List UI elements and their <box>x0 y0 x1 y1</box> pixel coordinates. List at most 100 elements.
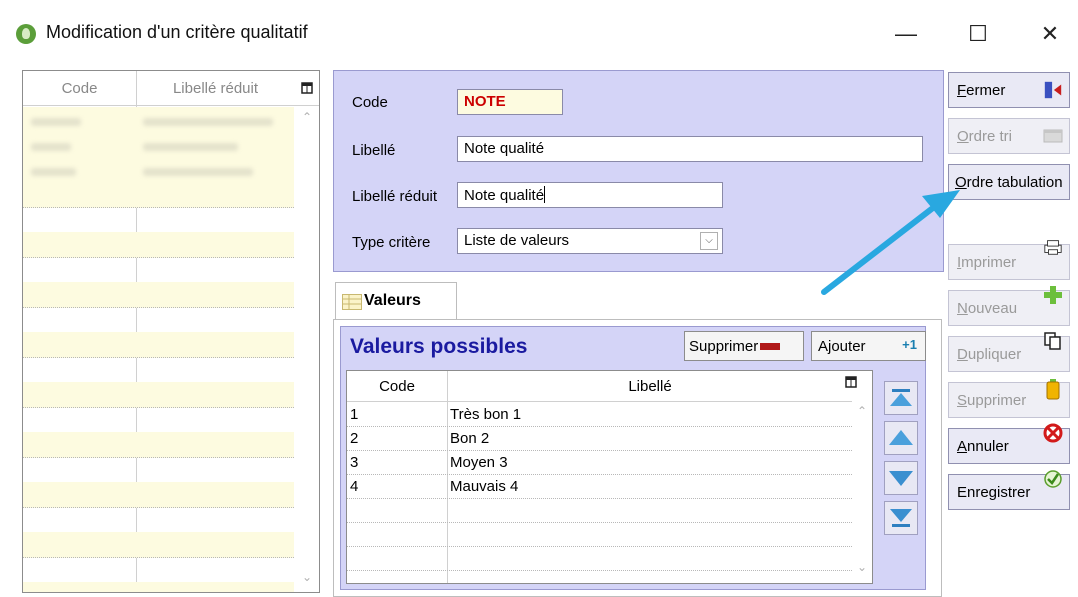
column-header-libelle-reduit[interactable]: Libellé réduit <box>137 71 294 106</box>
supprimer-label: Supprimer <box>957 392 1027 409</box>
chevron-down-icon[interactable]: ⌵ <box>700 232 718 250</box>
scroll-up-icon[interactable]: ⌃ <box>852 404 872 418</box>
values-scrollbar[interactable]: ⌃ ⌄ <box>852 402 872 583</box>
list-item[interactable] <box>23 332 294 358</box>
add-value-button[interactable]: Ajouter +1 <box>811 331 926 361</box>
table-row[interactable] <box>347 546 852 571</box>
table-columns-icon[interactable] <box>294 71 319 106</box>
plus-icon <box>1043 285 1063 305</box>
blurred-cell <box>143 118 273 126</box>
printer-icon <box>1043 237 1063 257</box>
blurred-cell <box>143 168 253 176</box>
type-critere-select[interactable]: Liste de valeurs ⌵ <box>457 228 723 254</box>
column-header-libelle[interactable]: Libellé <box>448 371 852 402</box>
maximize-button[interactable]: ☐ <box>952 16 1004 52</box>
arrow-down-icon <box>889 471 913 486</box>
close-button[interactable]: ✕ <box>1024 16 1076 52</box>
table-row[interactable] <box>347 498 852 523</box>
annotation-arrow <box>821 190 960 295</box>
tab-valeurs-label: Valeurs <box>364 292 421 309</box>
criteria-list-grid[interactable]: Code Libellé réduit ⌃ ⌄ <box>22 70 320 593</box>
code-field[interactable]: NOTE <box>457 89 563 115</box>
cell-libelle: Très bon 1 <box>450 406 522 423</box>
list-item[interactable] <box>23 357 294 383</box>
column-header-code[interactable]: Code <box>347 371 447 402</box>
enregistrer-label: Enregistrer <box>957 484 1031 501</box>
type-critere-value: Liste de valeurs <box>464 232 570 249</box>
blurred-cell <box>143 143 238 151</box>
libelle-field[interactable]: Note qualité <box>457 136 923 162</box>
enregistrer-button[interactable]: Enregistrer <box>948 470 1070 510</box>
duplicate-icon <box>1043 331 1063 351</box>
scroll-down-icon[interactable]: ⌄ <box>852 560 872 574</box>
list-item[interactable] <box>23 282 294 308</box>
cell-code: 3 <box>350 454 359 471</box>
window-title: Modification d'un critère qualitatif <box>46 22 308 42</box>
sort-icon <box>1043 126 1063 146</box>
type-critere-label: Type critère <box>352 234 431 251</box>
ordre-tabulation-label: Ordre tabulation <box>955 174 1063 191</box>
scroll-up-icon[interactable]: ⌃ <box>297 110 317 124</box>
minus-icon <box>760 342 781 350</box>
plus-one-icon: +1 <box>902 337 917 352</box>
tab-valeurs[interactable]: Valeurs <box>335 282 457 321</box>
dupliquer-button[interactable]: Dupliquer <box>948 332 1070 372</box>
table-row[interactable]: 3 Moyen 3 <box>347 450 852 475</box>
cell-libelle: Mauvais 4 <box>450 478 519 495</box>
list-item[interactable] <box>23 207 294 233</box>
left-grid-scrollbar[interactable]: ⌃ ⌄ <box>297 106 317 592</box>
move-down-button[interactable] <box>884 461 918 495</box>
table-row[interactable] <box>347 522 852 547</box>
libelle-reduit-label: Libellé réduit <box>352 188 438 205</box>
move-up-button[interactable] <box>884 421 918 455</box>
app-icon <box>16 24 36 44</box>
fermer-label: Fermer <box>957 82 1006 99</box>
delete-value-label: Supprimer <box>689 337 759 355</box>
list-item[interactable] <box>23 557 294 583</box>
list-item[interactable] <box>23 507 294 533</box>
move-first-button[interactable] <box>884 381 918 415</box>
list-item[interactable] <box>23 582 294 592</box>
exit-door-icon <box>1043 80 1063 100</box>
delete-value-button[interactable]: Supprimer <box>684 331 804 361</box>
libelle-reduit-field[interactable]: Note qualité <box>457 182 723 208</box>
add-value-label: Ajouter <box>818 337 866 355</box>
cell-libelle: Moyen 3 <box>450 454 508 471</box>
table-row[interactable]: 4 Mauvais 4 <box>347 474 852 499</box>
column-header-code[interactable]: Code <box>23 71 136 106</box>
ordre-tri-button[interactable]: Ordre tri <box>948 118 1070 154</box>
dupliquer-label: Dupliquer <box>957 346 1022 363</box>
move-last-button[interactable] <box>884 501 918 535</box>
cell-code: 2 <box>350 430 359 447</box>
list-item[interactable] <box>23 382 294 408</box>
supprimer-button[interactable]: Supprimer <box>948 379 1070 418</box>
table-row[interactable]: 2 Bon 2 <box>347 426 852 451</box>
table-columns-icon[interactable] <box>845 375 857 392</box>
valeurs-title: Valeurs possibles <box>350 335 528 358</box>
list-item[interactable] <box>23 182 294 208</box>
values-grid[interactable]: Code Libellé 1 Très bon 1 2 Bon 2 3 Moyen 3 4 M… <box>346 370 873 584</box>
fermer-button[interactable]: Fermer <box>948 72 1070 108</box>
cell-libelle: Bon 2 <box>450 430 490 447</box>
libelle-reduit-value: Note qualité <box>464 187 545 204</box>
blurred-cell <box>31 168 76 176</box>
list-item[interactable] <box>23 432 294 458</box>
list-item[interactable] <box>23 257 294 283</box>
libelle-label: Libellé <box>352 142 396 159</box>
scroll-down-icon[interactable]: ⌄ <box>297 570 317 584</box>
cell-code: 4 <box>350 478 359 495</box>
list-item[interactable] <box>23 407 294 433</box>
minimize-button[interactable]: — <box>880 16 932 52</box>
list-item[interactable] <box>23 482 294 508</box>
arrow-bottom-icon <box>890 509 912 527</box>
title-bar: Modification d'un critère qualitatif — ☐… <box>0 0 1078 64</box>
list-item[interactable] <box>23 232 294 258</box>
list-item[interactable] <box>23 532 294 558</box>
text-cursor <box>544 186 546 203</box>
list-item[interactable] <box>23 457 294 483</box>
list-item[interactable] <box>23 307 294 333</box>
nouveau-label: Nouveau <box>957 300 1018 317</box>
ordre-tri-label: Ordre tri <box>957 128 1013 145</box>
annuler-button[interactable]: Annuler <box>948 423 1070 464</box>
table-row[interactable]: 1 Très bon 1 <box>347 402 852 427</box>
